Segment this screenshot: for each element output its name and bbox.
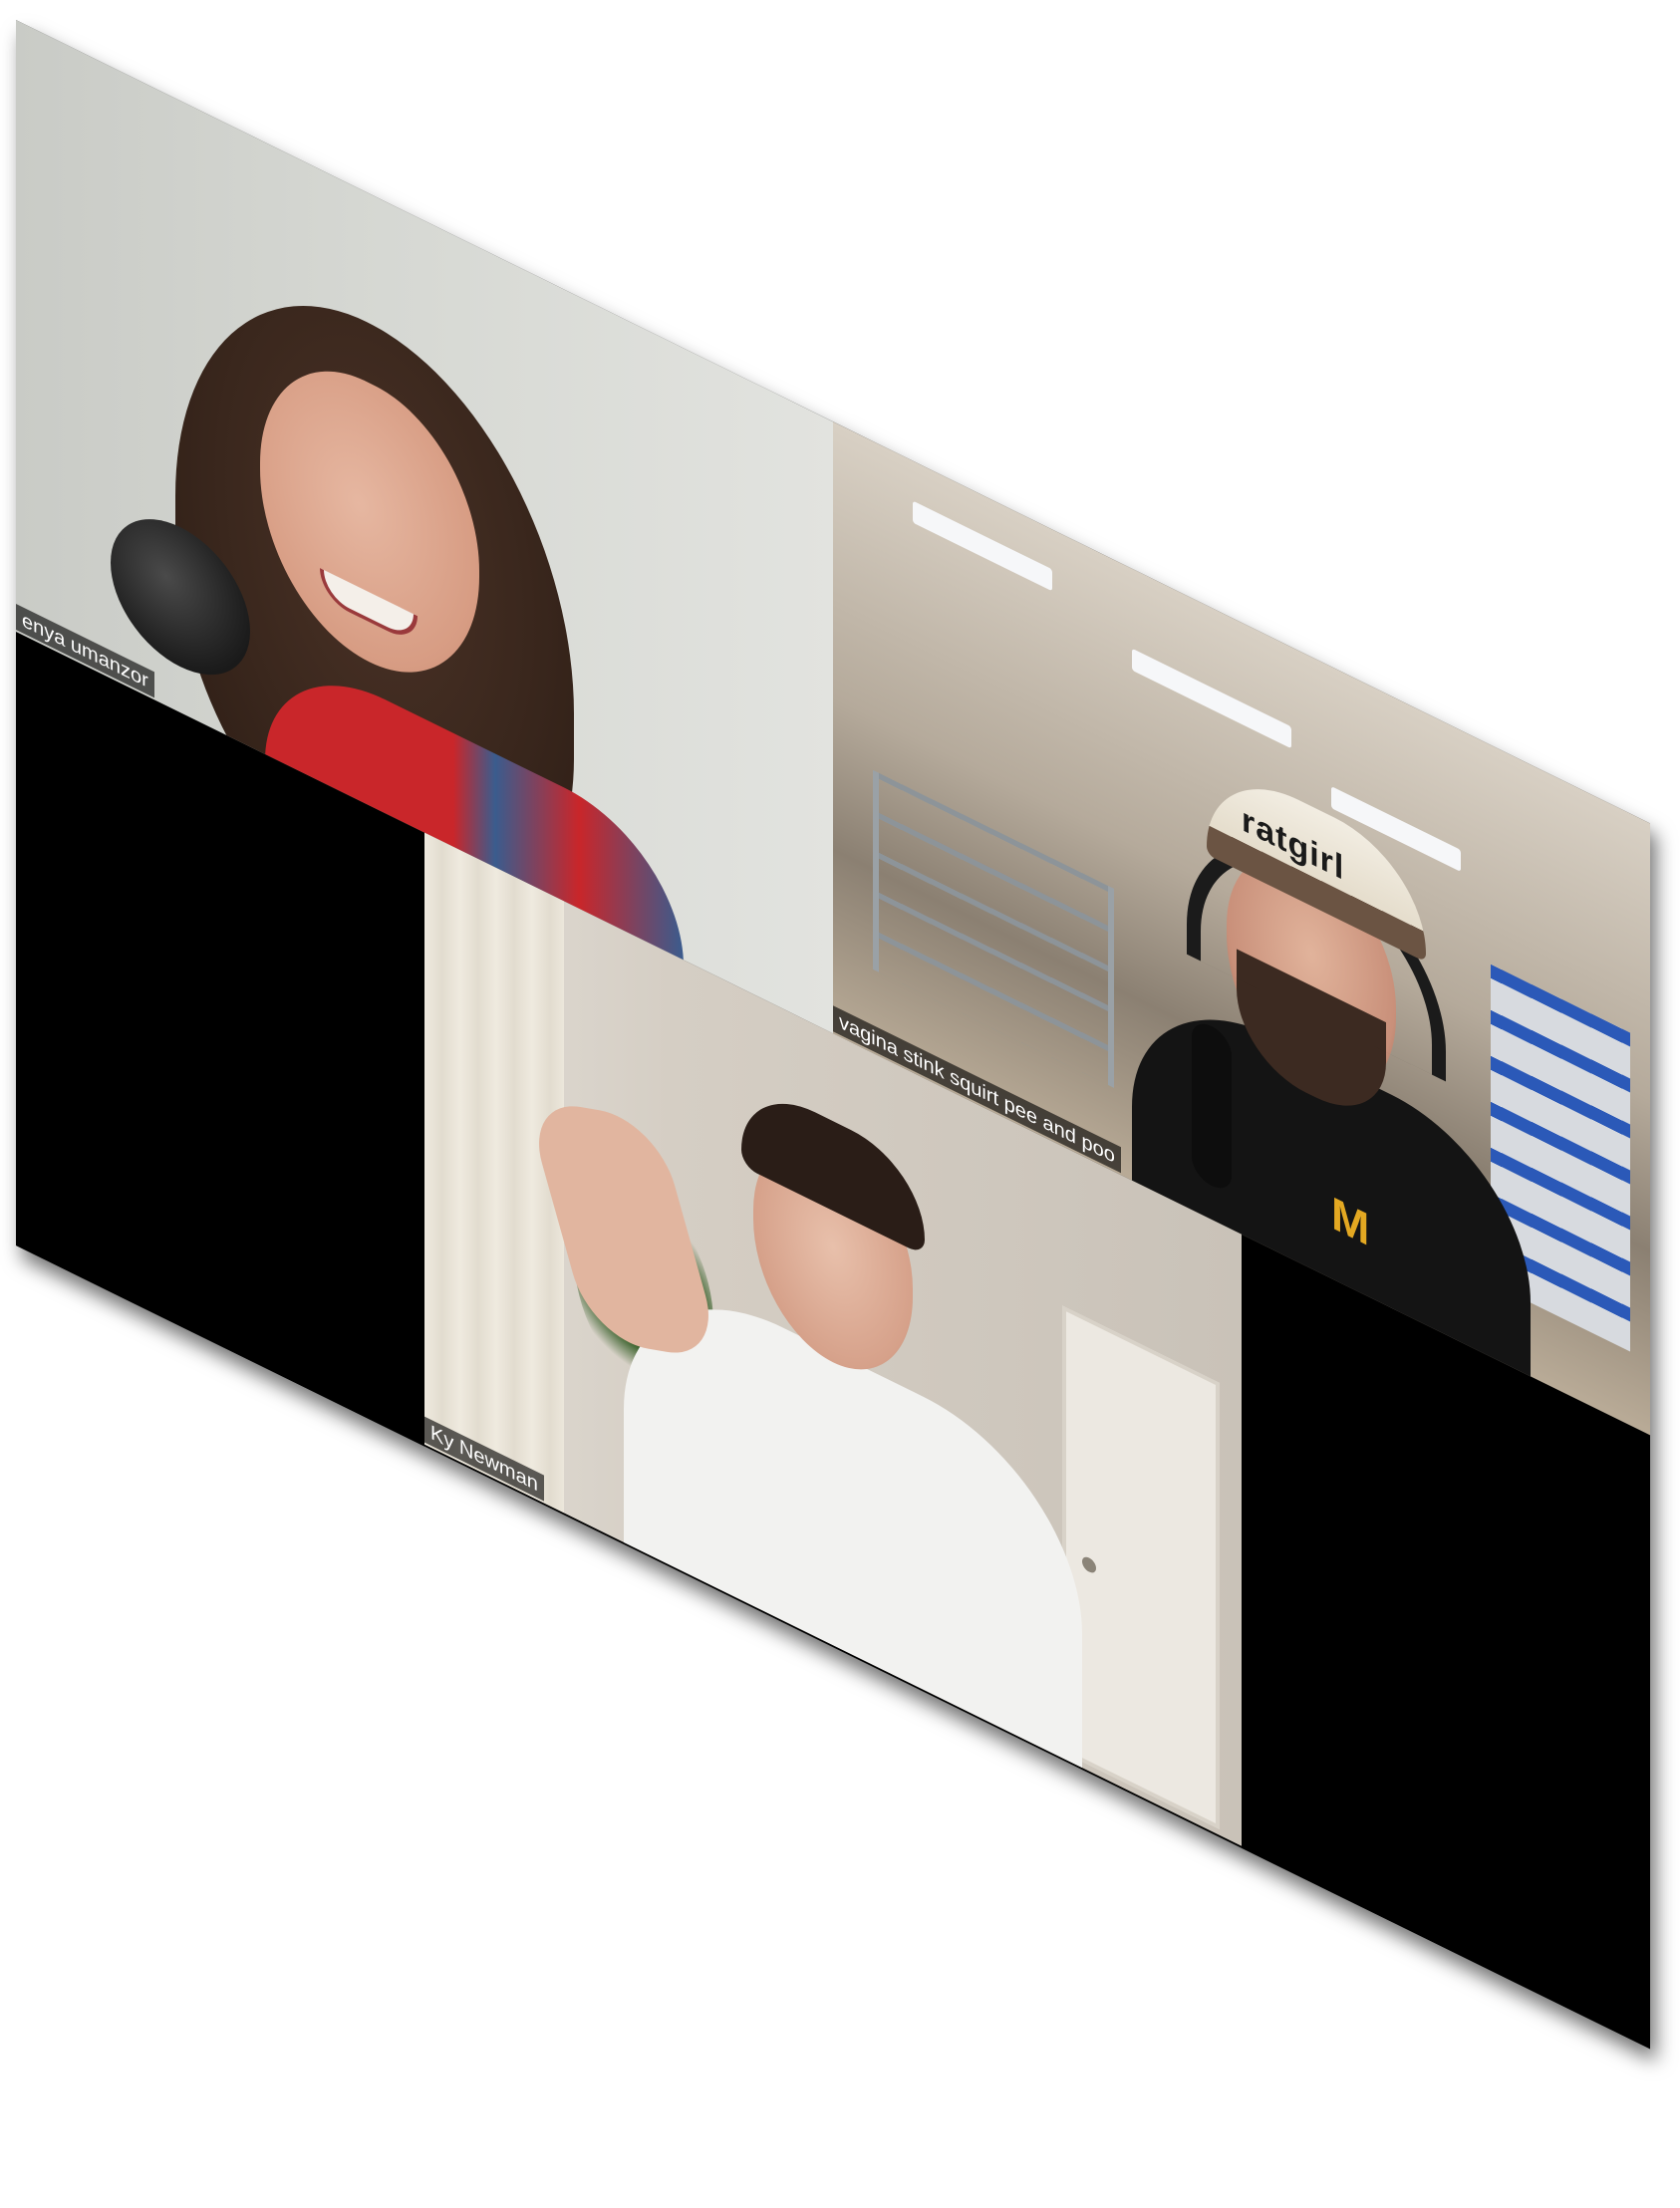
ceiling-light: [913, 500, 1052, 592]
kitchen-rack: [873, 769, 1114, 1088]
video-call-grid: enya umanzor ratgirl M vagina stink squi…: [16, 20, 1650, 2050]
microphone-icon: [1192, 1016, 1232, 1196]
screenshot-stage: enya umanzor ratgirl M vagina stink squi…: [0, 0, 1680, 2208]
window-curtain: [424, 832, 564, 1514]
ceiling-light: [1132, 648, 1291, 749]
